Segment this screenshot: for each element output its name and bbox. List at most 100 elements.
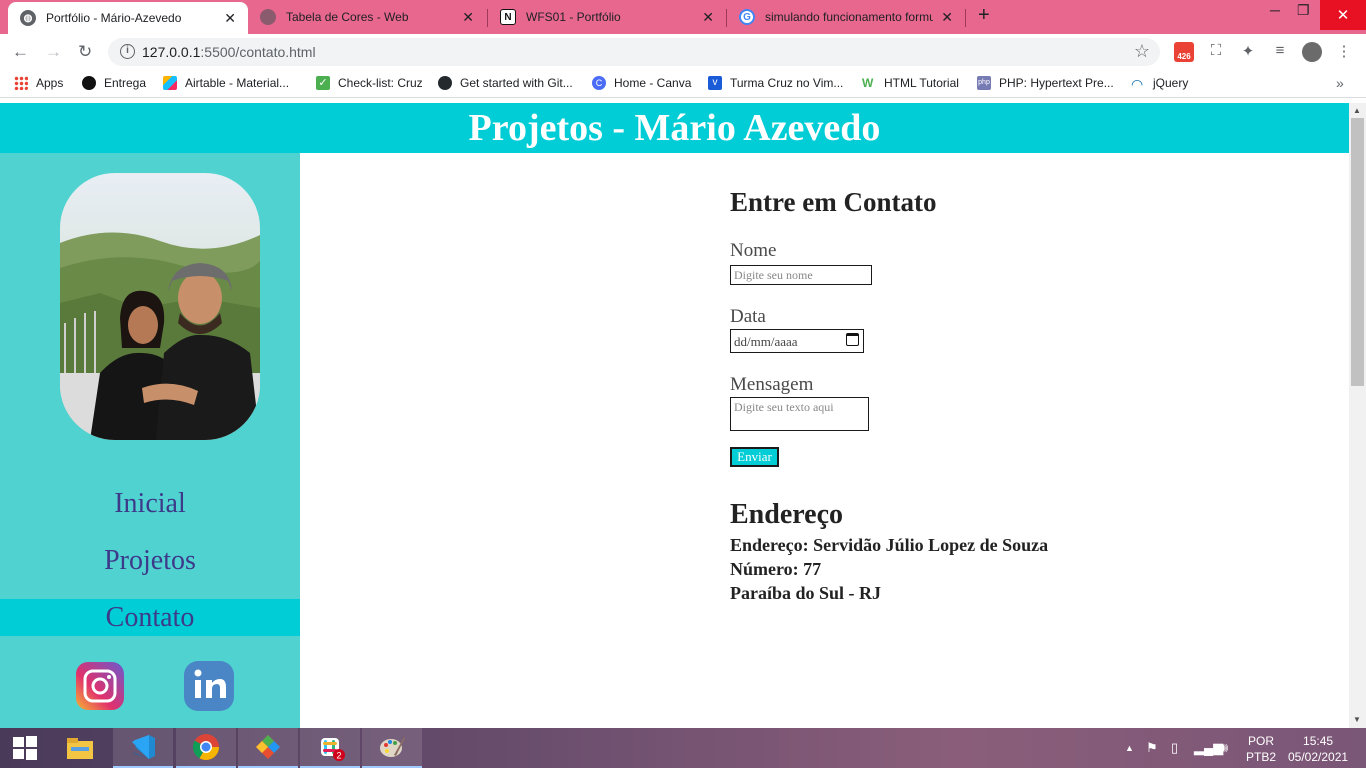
close-tab-icon[interactable]: ✕	[462, 9, 474, 26]
bookmark-label: HTML Tutorial	[884, 76, 959, 90]
bookmark-label: Check-list: Cruz	[338, 76, 423, 90]
bookmark-label: Home - Canva	[614, 76, 692, 90]
windows-taskbar: 2 ▲ ⚑ ▯ ▂▄▆ 🔊︎ POR PTB2 15:45 05/02/2021	[0, 728, 1366, 768]
close-tab-icon[interactable]: ✕	[224, 10, 236, 27]
close-tab-icon[interactable]: ✕	[702, 9, 714, 26]
flag-icon[interactable]: ⚑	[1146, 740, 1158, 756]
profile-photo	[60, 173, 260, 440]
bookmark-airtable[interactable]: Airtable - Material...	[163, 76, 289, 90]
bookmark-label: Turma Cruz no Vim...	[730, 76, 844, 90]
reload-icon[interactable]: ↻	[78, 42, 92, 62]
tab-simulando[interactable]: G simulando funcionamento formu ✕	[727, 0, 965, 34]
bookmark-canva[interactable]: C Home - Canva	[592, 76, 691, 90]
restore-icon[interactable]: ❐	[1297, 2, 1310, 19]
close-tab-icon[interactable]: ✕	[941, 9, 953, 26]
windows-start-icon[interactable]	[0, 728, 50, 768]
github-icon	[438, 76, 452, 90]
new-tab-button[interactable]: +	[978, 4, 990, 27]
nav-projetos[interactable]: Projetos	[0, 542, 300, 579]
media-control-icon[interactable]: ≡	[1270, 42, 1290, 62]
main-content: Entre em Contato Nome Digite seu nome Da…	[300, 153, 1349, 728]
airtable-icon	[163, 76, 177, 90]
globe-icon	[260, 9, 276, 25]
slack-icon[interactable]: 2	[300, 728, 360, 768]
message-label: Mensagem	[730, 374, 814, 395]
url-text[interactable]: 127.0.0.1:5500/contato.html	[142, 44, 316, 60]
slack-badge: 2	[336, 751, 341, 761]
bookmark-apps[interactable]: Apps	[14, 76, 63, 90]
tab-wfs01[interactable]: N WFS01 - Portfólio ✕	[488, 0, 726, 34]
address-heading: Endereço	[730, 499, 844, 530]
w3schools-icon: W	[862, 76, 874, 90]
chrome-icon[interactable]	[176, 728, 236, 768]
input-language[interactable]: POR PTB2	[1246, 733, 1276, 765]
system-clock[interactable]: 15:45 05/02/2021	[1288, 733, 1348, 765]
site-info-icon[interactable]: i	[120, 44, 135, 59]
wifi-signal-icon[interactable]: ▂▄▆	[1194, 740, 1223, 756]
more-bookmarks-icon[interactable]: »	[1336, 75, 1344, 91]
scroll-thumb[interactable]	[1351, 118, 1364, 386]
message-textarea[interactable]: Digite seu texto aqui	[730, 397, 869, 431]
lang-code: POR	[1248, 734, 1275, 748]
vscode-icon[interactable]	[113, 728, 173, 768]
file-explorer-icon[interactable]	[50, 728, 110, 768]
date-placeholder: dd/mm/aaaa	[734, 334, 798, 349]
tab-title: Tabela de Cores - Web	[286, 10, 409, 24]
nav-inicial[interactable]: Inicial	[0, 485, 300, 522]
clock-date: 05/02/2021	[1288, 750, 1349, 764]
bookmark-label: PHP: Hypertext Pre...	[999, 76, 1114, 90]
instagram-icon[interactable]	[72, 658, 128, 714]
back-arrow-icon[interactable]: ←	[12, 42, 29, 62]
date-label: Data	[730, 306, 766, 327]
apps-grid-icon	[14, 76, 28, 90]
bookmark-html-tutorial[interactable]: W HTML Tutorial	[862, 76, 959, 90]
tab-separator	[965, 9, 966, 27]
canva-icon: C	[592, 76, 606, 90]
screenshot-extension-icon[interactable]: ⛶	[1206, 42, 1226, 62]
date-input[interactable]: dd/mm/aaaa	[730, 329, 864, 353]
vimeo-icon: v	[708, 76, 722, 90]
tray-expand-icon[interactable]: ▲	[1125, 743, 1134, 753]
bookmark-php[interactable]: php PHP: Hypertext Pre...	[977, 76, 1114, 90]
window-close-button[interactable]: ✕	[1320, 0, 1366, 30]
tab-portfolio[interactable]: ◍ Portfólio - Mário-Azevedo ✕	[8, 2, 248, 34]
linkedin-icon[interactable]	[181, 658, 237, 714]
scroll-up-icon[interactable]: ▲	[1353, 106, 1361, 115]
bookmark-vimeo[interactable]: v Turma Cruz no Vim...	[708, 76, 843, 90]
site-header: Projetos - Mário Azevedo	[0, 103, 1349, 153]
bookmarks-bar: Apps Entrega Airtable - Material... ✓ Ch…	[0, 70, 1366, 98]
volume-icon[interactable]: 🔊︎	[1220, 740, 1228, 756]
name-input[interactable]: Digite seu nome	[730, 265, 872, 285]
page-scrollbar[interactable]: ▲ ▼	[1349, 103, 1366, 728]
bookmark-checklist[interactable]: ✓ Check-list: Cruz	[316, 76, 423, 90]
message-placeholder: Digite seu texto aqui	[734, 400, 834, 414]
contact-heading: Entre em Contato	[730, 187, 937, 217]
git-icon[interactable]	[238, 728, 298, 768]
name-placeholder: Digite seu nome	[734, 268, 813, 282]
nav-contato[interactable]: Contato	[0, 599, 300, 636]
bookmark-entrega[interactable]: Entrega	[82, 76, 146, 90]
submit-button[interactable]: Enviar	[730, 447, 779, 467]
menu-kebab-icon[interactable]: ⋮	[1334, 42, 1354, 62]
forward-arrow-icon[interactable]: →	[45, 42, 62, 62]
url-host: 127.0.0.1	[142, 44, 201, 60]
extensions-puzzle-icon[interactable]: ✦	[1238, 42, 1258, 62]
checkbox-icon: ✓	[316, 76, 330, 90]
scroll-down-icon[interactable]: ▼	[1353, 715, 1361, 724]
minimize-icon[interactable]: ─	[1270, 2, 1280, 18]
bookmark-label: Airtable - Material...	[185, 76, 290, 90]
bookmark-github[interactable]: Get started with Git...	[438, 76, 573, 90]
tab-tabela-cores[interactable]: Tabela de Cores - Web ✕	[248, 0, 486, 34]
url-path: :5500/contato.html	[200, 44, 316, 60]
gmail-extension-icon[interactable]: 426	[1174, 42, 1194, 62]
bookmark-star-icon[interactable]: ☆	[1134, 41, 1150, 62]
calendar-icon[interactable]	[846, 333, 859, 346]
page-viewport: Projetos - Mário Azevedo Inicial Projeto…	[0, 103, 1349, 728]
bookmark-jquery[interactable]: ◠ jQuery	[1131, 76, 1188, 92]
profile-avatar[interactable]	[1302, 42, 1322, 62]
paint-icon[interactable]	[362, 728, 422, 768]
tab-title: Portfólio - Mário-Azevedo	[46, 11, 182, 25]
address-bar[interactable]: i 127.0.0.1:5500/contato.html ☆	[108, 38, 1160, 66]
site-title: Projetos - Mário Azevedo	[468, 107, 881, 149]
battery-icon[interactable]: ▯	[1171, 740, 1178, 756]
